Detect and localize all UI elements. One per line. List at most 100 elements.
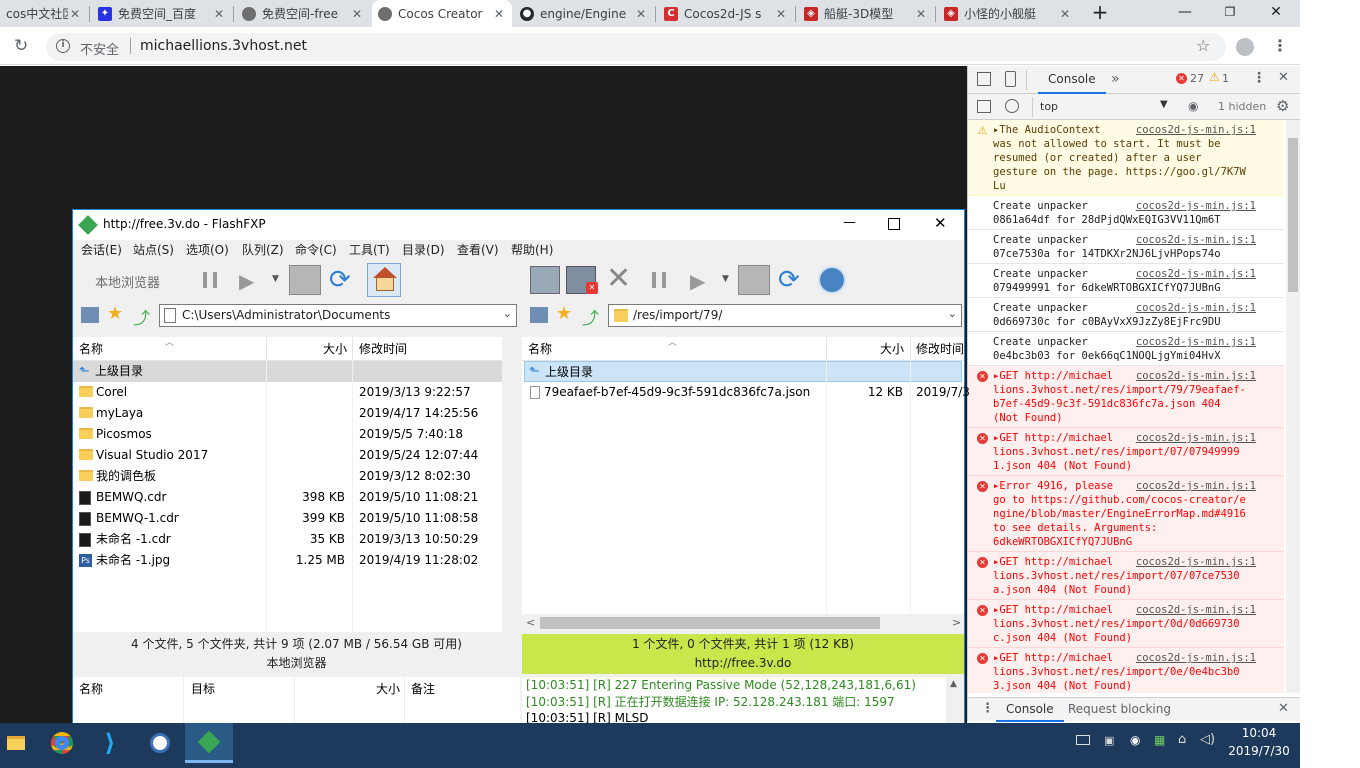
- message-source-link[interactable]: cocos2d-js-min.js:1: [1136, 431, 1256, 445]
- file-explorer-icon[interactable]: [0, 723, 40, 763]
- scroll-left-icon[interactable]: <: [526, 616, 535, 629]
- console-scrollbar[interactable]: [1286, 120, 1300, 693]
- console-message[interactable]: Create unpacker 079499991 for 6dkeWRTOBG…: [968, 264, 1284, 298]
- hidden-count[interactable]: 1 hidden: [1218, 100, 1266, 113]
- table-row[interactable]: Ps 未命名 -1.jpg 1.25 MB 2019/4/19 11:28:02: [73, 550, 502, 571]
- log-scrollbar[interactable]: ▲: [946, 677, 964, 725]
- close-tab-icon[interactable]: ✕: [350, 7, 364, 21]
- table-row[interactable]: 我的调色板 2019/3/12 8:02:30: [73, 466, 502, 487]
- up-directory-icon[interactable]: ⤴: [133, 304, 150, 329]
- transfer-icon[interactable]: [289, 265, 321, 295]
- local-scrollbar[interactable]: [502, 337, 520, 632]
- menu-item[interactable]: 选项(O): [186, 240, 229, 260]
- menu-item[interactable]: 站点(S): [133, 240, 174, 260]
- console-message[interactable]: Create unpacker 0e4bc3b03 for 0ek66qC1NO…: [968, 332, 1284, 366]
- close-tab-icon[interactable]: ✕: [634, 7, 648, 21]
- tab-6[interactable]: ◈ 船艇-3D模型 ✕: [798, 0, 934, 27]
- menu-item[interactable]: 查看(V): [457, 240, 499, 260]
- tab-4[interactable]: ● engine/Engine ✕: [514, 0, 654, 27]
- message-source-link[interactable]: cocos2d-js-min.js:1: [1136, 233, 1256, 247]
- favorites-star-icon[interactable]: ★: [107, 303, 123, 324]
- chrome-icon[interactable]: [38, 723, 86, 763]
- clock-time[interactable]: 10:04: [1228, 726, 1290, 740]
- message-source-link[interactable]: cocos2d-js-min.js:1: [1136, 555, 1256, 569]
- tab-1[interactable]: ✦ 免费空间_百度 ✕: [92, 0, 232, 27]
- table-row[interactable]: BEMWQ.cdr 398 KB 2019/5/10 11:08:21: [73, 487, 502, 508]
- console-message[interactable]: ✕ ▸GET http://michael lions.3vhost.net/re…: [968, 428, 1284, 476]
- globe-icon[interactable]: [818, 266, 846, 294]
- favorites-star-icon[interactable]: ★: [556, 303, 572, 324]
- message-source-link[interactable]: cocos2d-js-min.js:1: [1136, 301, 1256, 315]
- console-message[interactable]: ✕ ▸GET http://michael lions.3vhost.net/re…: [968, 366, 1284, 428]
- message-source-link[interactable]: cocos2d-js-min.js:1: [1136, 369, 1256, 383]
- close-tab-icon[interactable]: ✕: [914, 7, 928, 21]
- console-message[interactable]: ✕ ▸GET http://michael lions.3vhost.net/re…: [968, 552, 1284, 600]
- table-row[interactable]: BEMWQ-1.cdr 399 KB 2019/5/10 11:08:58: [73, 508, 502, 529]
- play-dropdown-icon[interactable]: ▼: [272, 274, 279, 284]
- restore-icon[interactable]: ❐: [1208, 0, 1252, 27]
- tab-3-active[interactable]: Cocos Creator ✕: [372, 0, 512, 27]
- inspect-element-icon[interactable]: [977, 72, 991, 86]
- info-icon[interactable]: i: [56, 39, 70, 53]
- queue-column-note[interactable]: 备注: [411, 679, 435, 699]
- console-message[interactable]: Create unpacker 0861a64df for 28dPjdQWxE…: [968, 196, 1284, 230]
- message-source-link[interactable]: cocos2d-js-min.js:1: [1136, 335, 1256, 349]
- drawer-menu-icon[interactable]: ⋮: [981, 701, 994, 716]
- new-tab-icon[interactable]: +: [1078, 0, 1122, 27]
- close-window-icon[interactable]: ✕: [1254, 0, 1298, 27]
- volume-icon[interactable]: ◁): [1200, 732, 1215, 747]
- error-count[interactable]: 27: [1190, 72, 1204, 85]
- message-source-link[interactable]: cocos2d-js-min.js:1: [1136, 199, 1256, 213]
- tab-console[interactable]: Console: [1038, 66, 1106, 94]
- play-dropdown-icon[interactable]: ▼: [722, 274, 729, 284]
- remote-path-input[interactable]: /res/import/79/ ⌄: [608, 304, 962, 327]
- scroll-up-icon[interactable]: ▲: [950, 679, 957, 689]
- console-message[interactable]: Create unpacker 0d669730c for c0BAyVxX9J…: [968, 298, 1284, 332]
- up-directory-icon[interactable]: ⤴: [582, 304, 599, 329]
- clear-console-icon[interactable]: [1005, 99, 1019, 113]
- local-path-input[interactable]: C:\Users\Administrator\Documents ⌄: [159, 304, 517, 327]
- drawer-tab-console[interactable]: Console: [996, 698, 1064, 722]
- message-source-link[interactable]: cocos2d-js-min.js:1: [1136, 603, 1256, 617]
- tray-app-icon[interactable]: ▣: [1104, 734, 1114, 747]
- show-sidebar-icon[interactable]: [977, 100, 991, 113]
- scroll-right-icon[interactable]: >: [952, 616, 961, 629]
- close-window-icon[interactable]: ✕: [934, 214, 947, 232]
- parent-directory-row[interactable]: ⬑ 上级目录: [73, 361, 502, 382]
- refresh-icon[interactable]: ⟳: [778, 264, 800, 296]
- close-tab-icon[interactable]: ✕: [68, 7, 82, 21]
- bookmark-star-icon[interactable]: ☆: [1196, 36, 1210, 55]
- column-name[interactable]: 名称: [79, 339, 103, 359]
- menu-item[interactable]: 会话(E): [81, 240, 122, 260]
- queue-column-name[interactable]: 名称: [79, 679, 103, 699]
- play-icon[interactable]: ▶: [239, 269, 254, 293]
- table-row[interactable]: Visual Studio 2017 2019/5/24 12:07:44: [73, 445, 502, 466]
- queue-column-size[interactable]: 大小: [376, 679, 400, 699]
- column-name[interactable]: 名称: [528, 339, 552, 359]
- message-source-link[interactable]: cocos2d-js-min.js:1: [1136, 267, 1256, 281]
- profile-avatar-icon[interactable]: [1236, 38, 1254, 56]
- minimize-icon[interactable]: —: [1163, 0, 1207, 27]
- parent-directory-row[interactable]: ⬑ 上级目录: [524, 361, 962, 382]
- tab-5[interactable]: C Cocos2d-JS s ✕: [658, 0, 794, 27]
- tree-view-icon[interactable]: [81, 307, 99, 323]
- omnibox[interactable]: i 不安全 michaellions.3vhost.net ☆: [46, 33, 1226, 61]
- message-source-link[interactable]: cocos2d-js-min.js:1: [1136, 123, 1256, 137]
- table-row[interactable]: myLaya 2019/4/17 14:25:56: [73, 403, 502, 424]
- menu-item[interactable]: 工具(T): [349, 240, 390, 260]
- table-row[interactable]: 79eafaef-b7ef-45d9-9c3f-591dc836fc7a.jso…: [522, 382, 970, 403]
- console-message[interactable]: ✕ ▸GET http://michael lions.3vhost.net/re…: [968, 648, 1284, 693]
- console-settings-gear-icon[interactable]: ⚙: [1276, 97, 1289, 115]
- home-button[interactable]: [367, 263, 401, 297]
- keyboard-icon[interactable]: [1076, 735, 1090, 745]
- menu-item[interactable]: 目录(D): [402, 240, 445, 260]
- scrollbar-thumb[interactable]: [540, 617, 880, 629]
- menu-item[interactable]: 帮助(H): [511, 240, 553, 260]
- warning-count[interactable]: 1: [1222, 72, 1229, 85]
- connect-icon[interactable]: [530, 266, 560, 294]
- column-modified[interactable]: 修改时间: [916, 339, 964, 359]
- drop-app-icon[interactable]: [136, 723, 184, 763]
- console-message[interactable]: ✕ ▸Error 4916, please go to https://githu…: [968, 476, 1284, 552]
- column-size[interactable]: 大小: [880, 339, 904, 359]
- clock-date[interactable]: 2019/7/30: [1224, 744, 1294, 758]
